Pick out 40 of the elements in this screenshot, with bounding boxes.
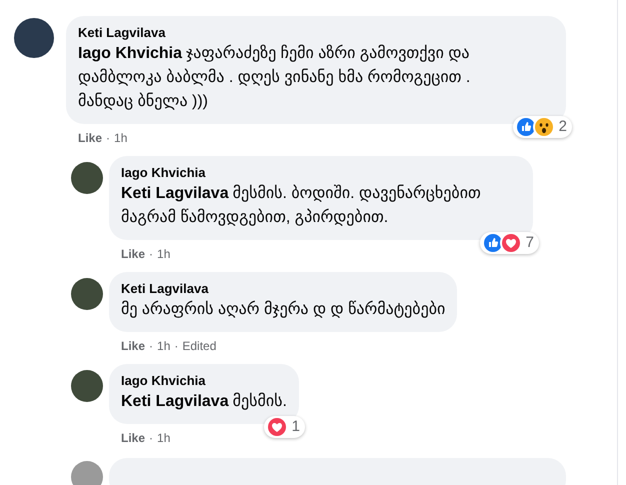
comment-text: Iago Khvichia ჯაფარაძეზე ჩემი აზრი გამოვთქვი და დამბლოკა ბაბლმა . დღეს ვინანე ხმა რომოგეცით . მანდაც ბნელა ))) (78, 44, 472, 112)
separator-dot: · (174, 338, 178, 355)
separator-dot: · (149, 430, 154, 447)
comment-text: მე არაფრის აღარ მჯერა დ დ წარმატებები (121, 300, 446, 320)
author-name[interactable]: Iago Khvichia (121, 164, 521, 182)
author-name[interactable]: Keti Lagvilava (78, 24, 554, 42)
avatar[interactable] (14, 18, 54, 58)
thumbs-up-icon (482, 232, 504, 254)
thumbs-up-icon (514, 116, 537, 138)
surprised-face-icon (532, 116, 555, 138)
reaction-badge[interactable]: 2 (512, 116, 572, 138)
separator-dot: · (149, 246, 154, 263)
mention-link[interactable]: Iago Khvichia (78, 45, 182, 62)
timestamp[interactable]: 1h (114, 129, 128, 147)
timestamp[interactable]: 1h (157, 245, 170, 263)
like-link[interactable]: Like (78, 129, 102, 147)
avatar[interactable] (71, 370, 103, 402)
avatar[interactable] (71, 278, 103, 310)
reaction-count: 1 (292, 416, 300, 437)
heart-icon (500, 232, 522, 254)
reaction-count: 2 (558, 116, 567, 137)
reaction-badge[interactable]: 1 (264, 416, 305, 438)
mention-link[interactable]: Keti Lagvilava (121, 393, 229, 410)
comment-text: Keti Lagvilava მესმის. ბოდიში. დავენარცხებით მაგრამ წამოვდგებით, გპირდებით. (121, 184, 482, 228)
heart-icon (266, 416, 288, 438)
like-link[interactable]: Like (121, 429, 146, 447)
edited-label: Edited (182, 338, 216, 355)
author-name[interactable]: Iago Khvichia (121, 372, 287, 390)
avatar[interactable] (71, 162, 103, 194)
reaction-badge[interactable]: 7 (480, 232, 539, 254)
mention-link[interactable]: Keti Lagvilava (121, 185, 229, 202)
reaction-count: 7 (526, 232, 534, 253)
separator-dot: · (106, 130, 110, 147)
comment-text: Keti Lagvilava მესმის. (121, 392, 287, 412)
separator-dot: · (149, 338, 154, 355)
timestamp[interactable]: 1h (157, 429, 170, 447)
timestamp[interactable]: 1h (157, 337, 170, 355)
like-link[interactable]: Like (121, 245, 146, 263)
author-name[interactable]: Keti Lagvilava (121, 280, 446, 298)
like-link[interactable]: Like (121, 337, 146, 355)
